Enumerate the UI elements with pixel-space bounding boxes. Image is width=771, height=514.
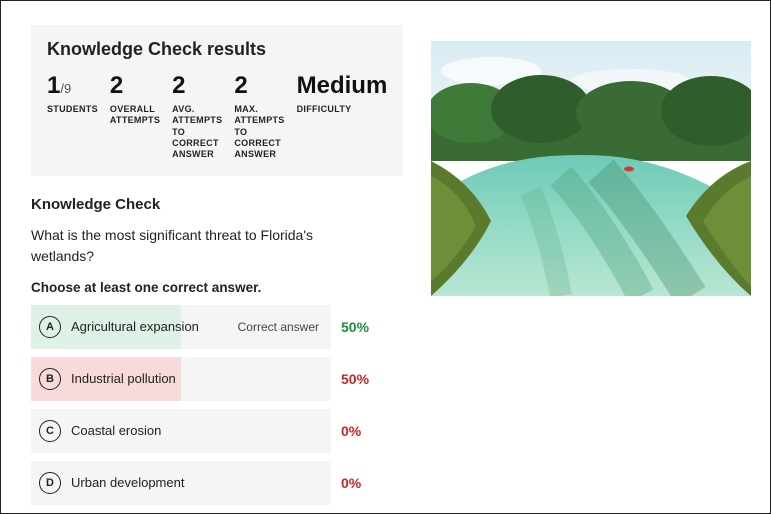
- answer-content-a: A Agricultural expansion Correct answer: [39, 316, 323, 338]
- question-text: What is the most significant threat to F…: [31, 225, 351, 266]
- answer-row-a: A Agricultural expansion Correct answer …: [31, 305, 403, 349]
- stat-overall: 2 OVERALL ATTEMPTS: [110, 74, 160, 127]
- stat-students-label: STUDENTS: [47, 104, 98, 115]
- answer-letter-c: C: [39, 420, 61, 442]
- answer-content-b: B Industrial pollution: [39, 368, 323, 390]
- stat-students-num: 1: [47, 72, 60, 99]
- stat-max: 2 MAX. ATTEMPTS TO CORRECT ANSWER: [234, 74, 284, 160]
- results-title: Knowledge Check results: [47, 39, 387, 60]
- kc-heading: Knowledge Check: [31, 196, 403, 213]
- stats-row: 1/9 STUDENTS 2 OVERALL ATTEMPTS 2 AVG. A…: [47, 74, 387, 160]
- answer-text-b: Industrial pollution: [71, 371, 323, 387]
- answer-letter-b: B: [39, 368, 61, 390]
- answer-pct-d: 0%: [341, 475, 385, 491]
- stat-overall-value: 2: [110, 74, 160, 98]
- answer-pct-b: 50%: [341, 371, 385, 387]
- answer-letter-d: D: [39, 472, 61, 494]
- stat-difficulty-label: DIFFICULTY: [297, 104, 367, 115]
- container: Knowledge Check results 1/9 STUDENTS 2 O…: [1, 1, 770, 513]
- left-column: Knowledge Check results 1/9 STUDENTS 2 O…: [1, 1, 421, 513]
- answer-content-c: C Coastal erosion: [39, 420, 323, 442]
- wetlands-image: [431, 41, 751, 296]
- stat-students-denom: /9: [60, 81, 71, 96]
- answer-text-a: Agricultural expansion: [71, 319, 201, 335]
- answer-content-d: D Urban development: [39, 472, 323, 494]
- instruction: Choose at least one correct answer.: [31, 280, 403, 295]
- stat-overall-label: OVERALL ATTEMPTS: [110, 104, 160, 127]
- answer-letter-a: A: [39, 316, 61, 338]
- results-box: Knowledge Check results 1/9 STUDENTS 2 O…: [31, 25, 403, 176]
- answer-card-a: A Agricultural expansion Correct answer: [31, 305, 331, 349]
- answer-row-c: C Coastal erosion 0%: [31, 409, 403, 453]
- answer-text-d: Urban development: [71, 475, 323, 491]
- answer-text-c: Coastal erosion: [71, 423, 323, 439]
- stat-avg-label: AVG. ATTEMPTS TO CORRECT ANSWER: [172, 104, 222, 160]
- answers-list: A Agricultural expansion Correct answer …: [31, 305, 403, 505]
- stat-students: 1/9 STUDENTS: [47, 74, 98, 115]
- stat-difficulty: Medium DIFFICULTY: [297, 74, 388, 115]
- stat-avg-value: 2: [172, 74, 222, 98]
- stat-max-value: 2: [234, 74, 284, 98]
- answer-card-c: C Coastal erosion: [31, 409, 331, 453]
- stat-students-value: 1/9: [47, 74, 98, 98]
- stat-difficulty-value: Medium: [297, 74, 388, 98]
- answer-card-d: D Urban development: [31, 461, 331, 505]
- answer-card-b: B Industrial pollution: [31, 357, 331, 401]
- answer-row-d: D Urban development 0%: [31, 461, 403, 505]
- answer-pct-a: 50%: [341, 319, 385, 335]
- stat-max-label: MAX. ATTEMPTS TO CORRECT ANSWER: [234, 104, 284, 160]
- right-column: [421, 1, 771, 513]
- correct-answer-tag: Correct answer: [238, 320, 323, 334]
- wetlands-image-svg: [431, 41, 751, 296]
- stat-avg: 2 AVG. ATTEMPTS TO CORRECT ANSWER: [172, 74, 222, 160]
- answer-pct-c: 0%: [341, 423, 385, 439]
- answer-row-b: B Industrial pollution 50%: [31, 357, 403, 401]
